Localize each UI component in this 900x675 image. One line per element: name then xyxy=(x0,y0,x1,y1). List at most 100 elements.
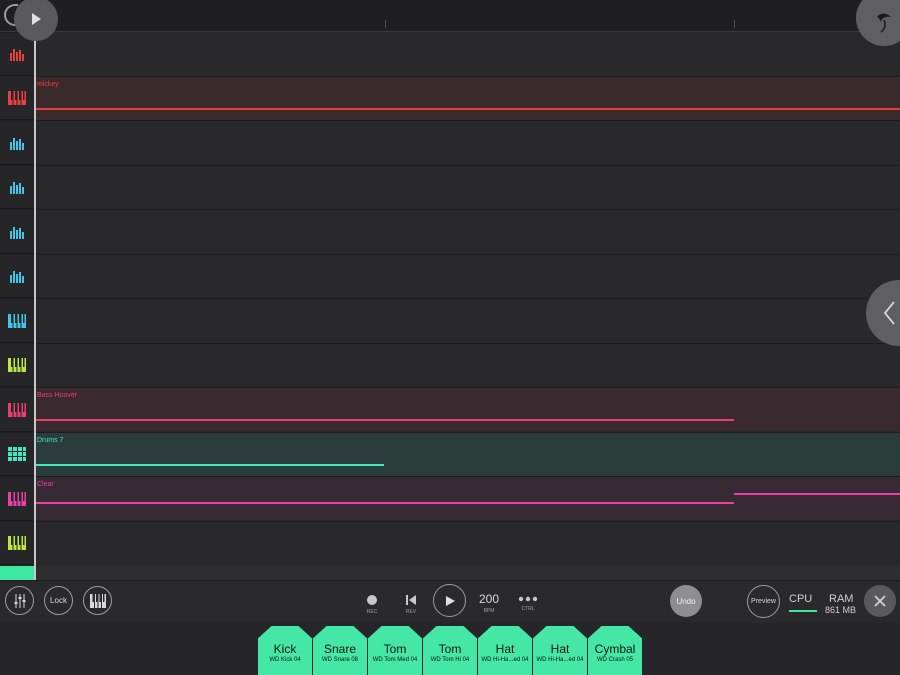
keys-icon xyxy=(8,91,26,105)
ram-label: RAM xyxy=(829,593,854,605)
play-icon xyxy=(32,13,41,25)
pad-snare[interactable]: Snare WD Snare 08 xyxy=(313,626,367,675)
track-button-11[interactable] xyxy=(0,478,34,521)
clip-label: Drums 7 xyxy=(37,437,64,444)
pad-name: Tom xyxy=(383,642,407,656)
clip-drums-7[interactable]: Drums 7 xyxy=(34,433,900,476)
track-button-6[interactable] xyxy=(0,255,34,298)
row-divider xyxy=(34,298,900,299)
keys-icon xyxy=(8,536,26,550)
playlist-scrollbar[interactable] xyxy=(34,566,900,580)
clip-note xyxy=(734,493,900,495)
timeline-ruler[interactable] xyxy=(0,0,900,32)
row-divider xyxy=(34,120,900,121)
clip-note xyxy=(34,464,384,466)
preview-label: Preview xyxy=(751,598,776,605)
grid-icon xyxy=(8,447,26,461)
track-button-12[interactable] xyxy=(0,522,34,565)
ruler-tick xyxy=(385,20,386,28)
pad-sample: WD Hi-Ha...ed 04 xyxy=(536,657,584,663)
pad-hat-1[interactable]: Hat WD Hi-Ha...ed 04 xyxy=(478,626,532,675)
row-divider xyxy=(34,254,900,255)
track-button-2[interactable] xyxy=(0,77,34,120)
clip-note xyxy=(34,419,734,421)
pad-cymbal[interactable]: Cymbal WD Crash 05 xyxy=(588,626,642,675)
close-icon xyxy=(874,595,886,607)
playlist-area[interactable]: mickey Bass Hoover Drums 7 Clear xyxy=(34,32,900,580)
pad-name: Hat xyxy=(495,642,515,656)
ruler-tick xyxy=(734,20,735,28)
transport-bar: Lock REC REV 200 BPM CTRL Undo Preview C… xyxy=(0,580,900,622)
tempo-control[interactable]: 200 BPM xyxy=(476,593,502,614)
record-icon xyxy=(367,595,377,605)
rewind-button[interactable]: REV xyxy=(401,594,421,615)
mixer-button[interactable] xyxy=(5,586,34,615)
lock-label: Lock xyxy=(50,596,67,605)
sidebar-scroll-handle[interactable] xyxy=(0,566,34,580)
piano-button[interactable] xyxy=(83,586,112,615)
pad-kick[interactable]: Kick WD Kick 04 xyxy=(258,626,312,675)
track-button-7[interactable] xyxy=(0,300,34,343)
chevron-left-icon xyxy=(883,301,895,325)
clip-label: Clear xyxy=(37,481,54,488)
rev-caption: REV xyxy=(405,609,417,615)
fruit-logo-icon xyxy=(877,13,891,33)
row-divider xyxy=(34,209,900,210)
pad-hat-2[interactable]: Hat WD Hi-Ha...ed 04 xyxy=(533,626,587,675)
pad-name: Snare xyxy=(323,642,357,656)
drum-pad-bar: Kick WD Kick 04 Snare WD Snare 08 Tom WD… xyxy=(0,622,900,675)
cpu-label: CPU xyxy=(789,593,813,605)
more-dots-icon xyxy=(518,596,538,602)
play-button[interactable] xyxy=(433,584,466,617)
pad-sample: WD Tom Med 04 xyxy=(372,657,418,663)
keys-icon xyxy=(8,358,26,372)
pad-name: Cymbal xyxy=(594,642,636,656)
fl-studio-mobile-window: mickey Bass Hoover Drums 7 Clear Lock RE… xyxy=(0,0,900,675)
piano-icon xyxy=(89,593,106,608)
row-divider xyxy=(34,165,900,166)
rec-caption: REC xyxy=(366,609,378,615)
keys-icon xyxy=(8,492,26,506)
bars-icon xyxy=(10,227,24,239)
undo-button[interactable]: Undo xyxy=(670,585,702,617)
clip-label: Bass Hoover xyxy=(37,392,78,399)
track-button-9[interactable] xyxy=(0,389,34,432)
clip-note xyxy=(34,502,734,504)
clip-clear[interactable]: Clear xyxy=(34,477,900,520)
bpm-value: 200 xyxy=(478,592,500,606)
cpu-meter xyxy=(789,610,817,612)
close-button[interactable] xyxy=(864,585,896,617)
pad-sample: WD Tom Hi 04 xyxy=(430,657,470,663)
ram-value: 861 MB xyxy=(825,605,857,615)
track-button-4[interactable] xyxy=(0,166,34,209)
record-button[interactable]: REC xyxy=(362,594,382,615)
pad-name: Tom xyxy=(438,642,462,656)
keys-icon xyxy=(8,403,26,417)
bars-icon xyxy=(10,271,24,283)
clip-bass-hoover[interactable]: Bass Hoover xyxy=(34,388,900,431)
pad-name: Hat xyxy=(550,642,570,656)
pad-sample: WD Kick 04 xyxy=(269,657,301,663)
pad-sample: WD Hi-Ha...ed 04 xyxy=(481,657,529,663)
bars-icon xyxy=(10,49,24,61)
track-sidebar xyxy=(0,32,34,580)
undo-label: Undo xyxy=(676,596,696,606)
lock-button[interactable]: Lock xyxy=(44,586,73,615)
mixer-icon xyxy=(14,593,25,608)
clip-note xyxy=(34,108,900,110)
track-button-10[interactable] xyxy=(0,433,34,476)
preview-button[interactable]: Preview xyxy=(747,585,780,618)
clip-mickey[interactable]: mickey xyxy=(34,77,900,120)
rewind-icon xyxy=(406,595,416,605)
track-button-8[interactable] xyxy=(0,344,34,387)
track-button-5[interactable] xyxy=(0,211,34,254)
track-button-3[interactable] xyxy=(0,122,34,165)
keys-icon xyxy=(8,314,26,328)
ctrl-caption: CTRL xyxy=(521,606,535,612)
row-divider xyxy=(34,521,900,522)
pad-tom-med[interactable]: Tom WD Tom Med 04 xyxy=(368,626,422,675)
ctrl-button[interactable]: CTRL xyxy=(516,595,540,612)
play-icon xyxy=(445,595,455,606)
playhead[interactable] xyxy=(34,0,36,580)
pad-tom-hi[interactable]: Tom WD Tom Hi 04 xyxy=(423,626,477,675)
